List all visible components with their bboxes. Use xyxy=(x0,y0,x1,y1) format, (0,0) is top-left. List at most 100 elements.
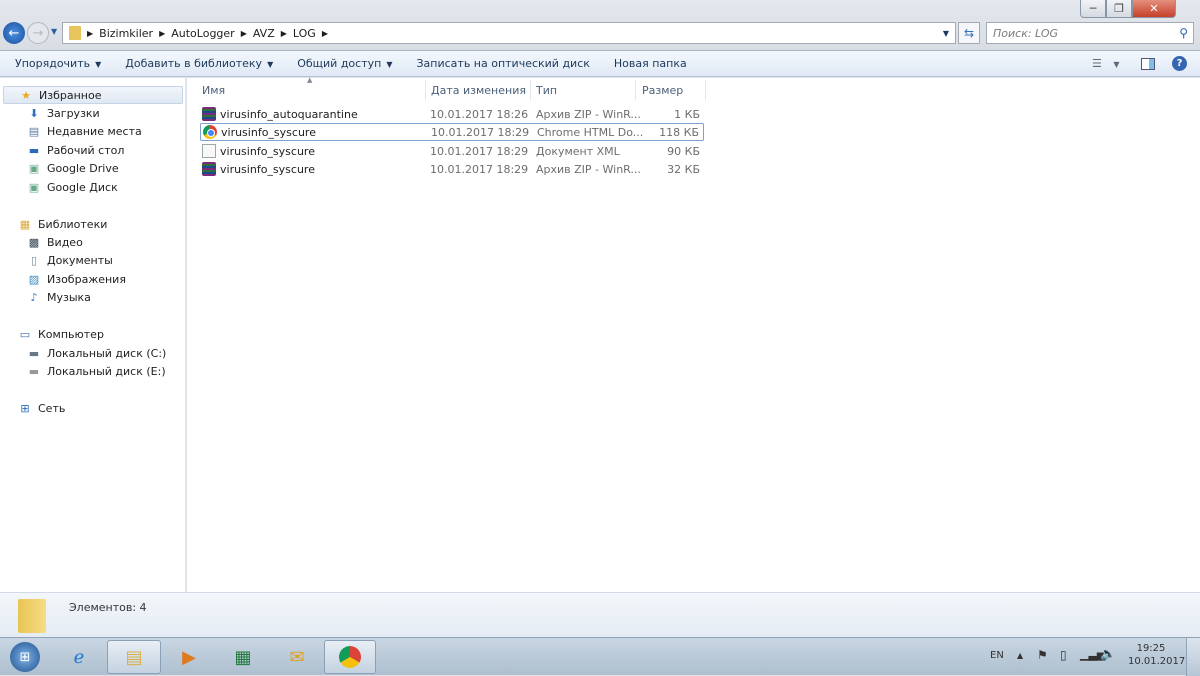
sidebar-item-google-disk[interactable]: ▣ Google Диск xyxy=(26,178,118,196)
pictures-icon: ▨ xyxy=(28,272,40,286)
star-icon: ★ xyxy=(21,88,31,102)
file-row[interactable]: virusinfo_syscure 10.01.2017 18:29 Докум… xyxy=(200,142,704,160)
taskbar-chrome[interactable] xyxy=(324,640,376,674)
sidebar-item-video[interactable]: ▩ Видео xyxy=(26,233,83,251)
share-button[interactable]: Общий доступ ▼ xyxy=(297,57,392,70)
chevron-right-icon: ▶ xyxy=(321,28,328,38)
column-header-date[interactable]: Дата изменения xyxy=(425,80,531,100)
drive-icon: ▬ xyxy=(28,364,40,378)
preview-pane-button[interactable] xyxy=(1141,57,1155,70)
item-count: Элементов: 4 xyxy=(69,601,147,614)
chrome-icon xyxy=(339,646,361,668)
show-desktop-button[interactable] xyxy=(1186,638,1200,676)
sidebar-label: Изображения xyxy=(47,272,126,286)
sidebar-item-disk-c[interactable]: ▬ Локальный диск (C:) xyxy=(26,344,167,362)
add-to-library-button[interactable]: Добавить в библиотеку ▼ xyxy=(125,57,273,70)
file-row[interactable]: virusinfo_autoquarantine 10.01.2017 18:2… xyxy=(200,105,704,123)
sidebar-item-documents[interactable]: ▯ Документы xyxy=(26,251,113,269)
file-size: 1 КБ xyxy=(674,107,700,121)
view-options-button[interactable]: ☰ ▼ xyxy=(1092,57,1120,70)
recent-places-icon: ▤ xyxy=(28,124,40,138)
sidebar-item-recent[interactable]: ▤ Недавние места xyxy=(26,122,142,140)
chevron-down-icon: ▼ xyxy=(267,60,274,69)
search-input[interactable]: Поиск: LOG ⚲ xyxy=(986,22,1194,44)
sidebar-favorites[interactable]: ★ Избранное xyxy=(3,86,183,104)
sidebar-item-music[interactable]: ♪ Музыка xyxy=(26,288,91,306)
breadcrumb-item[interactable]: AVZ xyxy=(253,27,275,40)
refresh-icon: ⇆ xyxy=(963,26,975,40)
file-name: virusinfo_syscure xyxy=(220,162,315,176)
sidebar-label: Google Drive xyxy=(47,161,119,175)
taskbar-excel[interactable]: ▦ xyxy=(216,640,270,674)
add-library-label: Добавить в библиотеку xyxy=(125,57,263,70)
sidebar-label: Компьютер xyxy=(38,327,104,341)
clock-date: 10.01.2017 xyxy=(1128,656,1186,667)
file-type: Архив ZIP - WinR... xyxy=(536,162,641,176)
taskbar: ⊞ ℯ ▤ ▶ ▦ ✉ EN ▲ ⚑ ▯ ▁▃▅ 🔈 19:25 10.01.20… xyxy=(0,637,1200,676)
address-dropdown-icon[interactable]: ▼ xyxy=(943,29,949,38)
taskbar-media-player[interactable]: ▶ xyxy=(162,640,216,674)
language-indicator[interactable]: EN xyxy=(990,650,1004,661)
sidebar-label: Сеть xyxy=(38,401,66,415)
chevron-down-icon: ▼ xyxy=(1113,60,1120,69)
column-header-size[interactable]: Размер xyxy=(636,80,706,100)
battery-icon[interactable]: ▯ xyxy=(1060,648,1067,662)
sidebar-libraries[interactable]: ▦ Библиотеки xyxy=(17,215,108,233)
refresh-button[interactable]: ⇆ xyxy=(958,22,980,44)
search-icon[interactable]: ⚲ xyxy=(1179,26,1188,40)
sidebar-network[interactable]: ⊞ Сеть xyxy=(17,399,65,417)
documents-icon: ▯ xyxy=(30,253,38,267)
chrome-icon xyxy=(203,125,217,139)
organize-button[interactable]: Упорядочить ▼ xyxy=(15,57,101,70)
forward-button[interactable]: → xyxy=(27,22,49,44)
breadcrumb-item[interactable]: AutoLogger xyxy=(171,27,234,40)
new-folder-button[interactable]: Новая папка xyxy=(614,57,687,70)
close-button[interactable]: ✕ xyxy=(1132,0,1176,18)
sidebar-label: Музыка xyxy=(47,290,91,304)
arrow-left-icon: ← xyxy=(8,25,20,41)
address-bar[interactable]: ▶ Bizimkiler ▶ AutoLogger ▶ AVZ ▶ LOG ▶ … xyxy=(62,22,956,44)
clock[interactable]: 19:25 10.01.2017 xyxy=(1128,642,1186,668)
chevron-down-icon: ▼ xyxy=(386,60,393,69)
taskbar-explorer[interactable]: ▤ xyxy=(107,640,161,674)
file-row[interactable]: virusinfo_syscure 10.01.2017 18:29 Chrom… xyxy=(200,123,704,141)
column-header-name[interactable]: Имя xyxy=(196,80,426,100)
music-icon: ♪ xyxy=(30,290,38,304)
sidebar-computer[interactable]: ▭ Компьютер xyxy=(17,325,104,343)
back-button[interactable]: ← xyxy=(3,22,25,44)
chevron-down-icon: ▼ xyxy=(95,60,102,69)
sidebar-label: Недавние места xyxy=(47,124,142,138)
sidebar-label: Локальный диск (E:) xyxy=(47,364,166,378)
clock-time: 19:25 xyxy=(1136,643,1166,654)
breadcrumb-item[interactable]: LOG xyxy=(293,27,316,40)
chevron-right-icon: ▶ xyxy=(280,28,287,38)
explorer-icon: ▤ xyxy=(125,646,143,668)
taskbar-outlook[interactable]: ✉ xyxy=(270,640,324,674)
sidebar-item-disk-e[interactable]: ▬ Локальный диск (E:) xyxy=(26,362,166,380)
file-row[interactable]: virusinfo_syscure 10.01.2017 18:29 Архив… xyxy=(200,160,704,178)
file-size: 90 КБ xyxy=(667,144,700,158)
show-hidden-icons-button[interactable]: ▲ xyxy=(1017,651,1023,660)
chevron-right-icon: ▶ xyxy=(159,28,166,38)
command-bar: Упорядочить ▼ Добавить в библиотеку ▼ Общи… xyxy=(0,50,1200,77)
start-button[interactable]: ⊞ xyxy=(0,640,50,674)
taskbar-internet-explorer[interactable]: ℯ xyxy=(52,640,106,674)
column-header-type[interactable]: Тип xyxy=(530,80,636,100)
help-icon[interactable]: ? xyxy=(1172,56,1187,71)
burn-button[interactable]: Записать на оптический диск xyxy=(416,57,589,70)
volume-icon[interactable]: 🔈 xyxy=(1100,647,1116,662)
navigation-pane: ★ Избранное ⬇ Загрузки ▤ Недавние места ▬ Ра… xyxy=(0,78,186,592)
sidebar-item-pictures[interactable]: ▨ Изображения xyxy=(26,270,126,288)
action-center-flag-icon[interactable]: ⚑ xyxy=(1037,648,1048,662)
breadcrumb-item[interactable]: Bizimkiler xyxy=(99,27,153,40)
list-view-icon: ☰ xyxy=(1092,57,1102,70)
sidebar-item-desktop[interactable]: ▬ Рабочий стол xyxy=(26,141,125,159)
maximize-button[interactable]: ❐ xyxy=(1106,0,1132,18)
sidebar-item-downloads[interactable]: ⬇ Загрузки xyxy=(26,104,100,122)
file-date: 10.01.2017 18:29 xyxy=(431,125,530,139)
minimize-button[interactable]: ─ xyxy=(1080,0,1106,18)
sidebar-label: Загрузки xyxy=(47,106,100,120)
sidebar-item-google-drive[interactable]: ▣ Google Drive xyxy=(26,159,119,177)
recent-pages-dropdown[interactable]: ▼ xyxy=(51,27,57,36)
sidebar-label: Рабочий стол xyxy=(47,143,125,157)
